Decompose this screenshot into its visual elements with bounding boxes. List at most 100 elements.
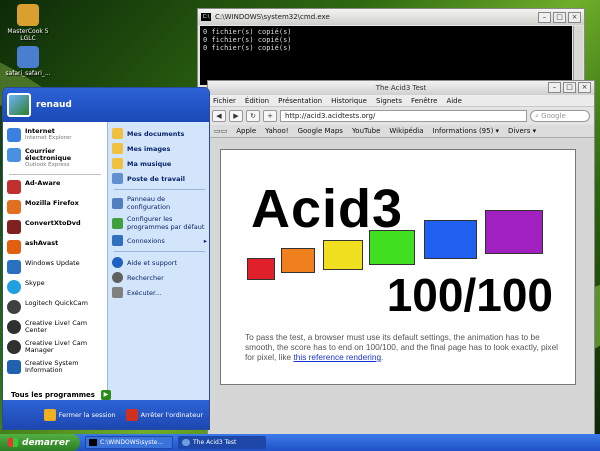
menu-history[interactable]: Historique: [331, 97, 367, 105]
page-viewport[interactable]: Acid3 100/100 To pass the test, a browse…: [208, 139, 594, 439]
bookmark-divers[interactable]: Divers ▾: [508, 127, 536, 135]
computer-icon: [112, 173, 123, 184]
skype-icon: [7, 280, 21, 294]
connections-icon: [112, 235, 123, 246]
program-firefox[interactable]: Mozilla Firefox: [3, 198, 107, 218]
browser-titlebar[interactable]: The Acid3 Test – □ ×: [208, 81, 594, 95]
quickcam-icon: [7, 300, 21, 314]
place-my-music[interactable]: Ma musique: [108, 156, 209, 171]
program-system-info[interactable]: Creative System Information: [3, 358, 107, 378]
place-my-documents[interactable]: Mes documents: [108, 126, 209, 141]
menu-window[interactable]: Fenêtre: [411, 97, 437, 105]
cmd-scrollbar[interactable]: [573, 26, 583, 85]
shutdown-button[interactable]: Arrêter l'ordinateur: [125, 408, 203, 421]
program-convertxtodvd[interactable]: ConvertXtoDvd: [3, 218, 107, 238]
task-label: The Acid3 Test: [193, 439, 237, 446]
browser-window[interactable]: The Acid3 Test – □ × Fichier Édition Pré…: [207, 80, 595, 440]
logoff-button[interactable]: Fermer la session: [43, 408, 116, 421]
bookmark-google-maps[interactable]: Google Maps: [298, 127, 343, 135]
menu-bookmarks[interactable]: Signets: [376, 97, 402, 105]
outlook-icon: [7, 148, 21, 162]
program-label: Creative Live! Cam Manager: [25, 339, 88, 354]
program-avast[interactable]: ashAvast: [3, 238, 107, 258]
menu-view[interactable]: Présentation: [278, 97, 322, 105]
program-label: Creative Live! Cam Center: [25, 319, 88, 334]
program-skype[interactable]: Skype: [3, 278, 107, 298]
menu-file[interactable]: Fichier: [213, 97, 236, 105]
bookmark-apple[interactable]: Apple: [236, 127, 256, 135]
back-button[interactable]: ◀: [212, 110, 226, 122]
shutdown-label: Arrêter l'ordinateur: [140, 410, 203, 419]
program-windows-update[interactable]: Windows Update: [3, 258, 107, 278]
maximize-button[interactable]: □: [553, 11, 566, 23]
desktop-icon-label: MasterCook 5 LGLC: [7, 28, 49, 42]
program-quickcam[interactable]: Logitech QuickCam: [3, 298, 107, 318]
acid3-page: Acid3 100/100 To pass the test, a browse…: [220, 149, 576, 385]
pinned-internet[interactable]: Internet Internet Explorer: [3, 126, 107, 146]
system-control-panel[interactable]: Panneau de configuration: [108, 193, 209, 213]
cmd-window[interactable]: C:\ C:\WINDOWS\system32\cmd.exe – □ × 0 …: [197, 8, 585, 88]
address-bar[interactable]: http://acid3.acidtests.org/: [280, 110, 527, 122]
webcam-manager-icon: [7, 340, 21, 354]
test-description: To pass the test, a browser must use its…: [245, 332, 561, 362]
search-field[interactable]: ⌕ Google: [530, 110, 590, 122]
start-label: demarrer: [22, 437, 70, 448]
convertxtodvd-icon: [7, 220, 21, 234]
mastercook-icon: [17, 4, 39, 26]
bookmarks-book-icon[interactable]: ▭▭: [214, 127, 227, 135]
pinned-email[interactable]: Courrier électronique Outlook Express: [3, 146, 107, 171]
programs-column: Internet Internet Explorer Courrier élect…: [3, 122, 107, 402]
place-my-computer[interactable]: Poste de travail: [108, 171, 209, 186]
test-box-purple: [485, 210, 543, 254]
system-label: Configurer les programmes par défaut: [127, 215, 205, 231]
console-line: 0 fichier(s) copié(s): [203, 28, 292, 36]
bookmark-wikipedia[interactable]: Wikipédia: [389, 127, 423, 135]
test-box-green: [369, 230, 415, 265]
maximize-button[interactable]: □: [563, 82, 576, 93]
taskbar-item-cmd[interactable]: C:\WINDOWS\syste...: [85, 436, 173, 449]
reference-rendering-link[interactable]: this reference rendering: [293, 352, 381, 362]
run-item[interactable]: Exécuter...: [108, 285, 209, 300]
search-item[interactable]: Rechercher: [108, 270, 209, 285]
place-my-pictures[interactable]: Mes images: [108, 141, 209, 156]
desktop-icon-safari[interactable]: safari_safari_...: [2, 46, 54, 77]
program-cam-manager[interactable]: Creative Live! Cam Manager: [3, 338, 107, 358]
taskbar: demarrer C:\WINDOWS\syste... The Acid3 T…: [0, 434, 600, 451]
start-button[interactable]: demarrer: [0, 434, 80, 451]
bookmark-informations[interactable]: Informations (95) ▾: [433, 127, 500, 135]
add-bookmark-button[interactable]: +: [263, 110, 277, 122]
help-label: Exécuter...: [127, 288, 162, 297]
cmd-console[interactable]: 0 fichier(s) copié(s) 0 fichier(s) copié…: [200, 26, 572, 85]
close-button[interactable]: ×: [578, 82, 591, 93]
program-ad-aware[interactable]: Ad-Aware: [3, 178, 107, 198]
description-period: .: [381, 352, 384, 362]
all-programs-button[interactable]: Tous les programmes ▶: [11, 390, 111, 400]
desktop-icon-mastercook[interactable]: MasterCook 5 LGLC: [2, 4, 54, 42]
divider: [9, 174, 101, 175]
menu-edit[interactable]: Édition: [245, 97, 269, 105]
default-programs-icon: [112, 217, 123, 229]
navigation-toolbar: ◀ ▶ ↻ + http://acid3.acidtests.org/ ⌕ Go…: [208, 107, 594, 125]
program-label: Logitech QuickCam: [25, 299, 88, 307]
taskbar-item-browser[interactable]: The Acid3 Test: [178, 436, 266, 449]
folder-images-icon: [112, 143, 123, 154]
minimize-button[interactable]: –: [548, 82, 561, 93]
close-button[interactable]: ×: [568, 11, 581, 23]
help-support[interactable]: Aide et support: [108, 255, 209, 270]
submenu-arrow-icon: ▸: [203, 236, 207, 245]
system-default-programs[interactable]: Configurer les programmes par défaut: [108, 213, 209, 233]
place-label: Ma musique: [127, 159, 172, 168]
system-connections[interactable]: Connexions ▸: [108, 233, 209, 248]
minimize-button[interactable]: –: [538, 11, 551, 23]
safari-shortcut-icon: [17, 46, 39, 68]
bookmark-youtube[interactable]: YouTube: [352, 127, 380, 135]
reload-button[interactable]: ↻: [246, 110, 260, 122]
program-cam-center[interactable]: Creative Live! Cam Center: [3, 318, 107, 338]
start-menu-footer: Fermer la session Arrêter l'ordinateur: [3, 400, 209, 429]
bookmark-yahoo[interactable]: Yahoo!: [265, 127, 288, 135]
pinned-subtitle: Internet Explorer: [25, 135, 72, 141]
menu-help[interactable]: Aide: [446, 97, 461, 105]
forward-button[interactable]: ▶: [229, 110, 243, 122]
cmd-titlebar[interactable]: C:\ C:\WINDOWS\system32\cmd.exe – □ ×: [198, 9, 584, 25]
logoff-label: Fermer la session: [58, 410, 116, 419]
